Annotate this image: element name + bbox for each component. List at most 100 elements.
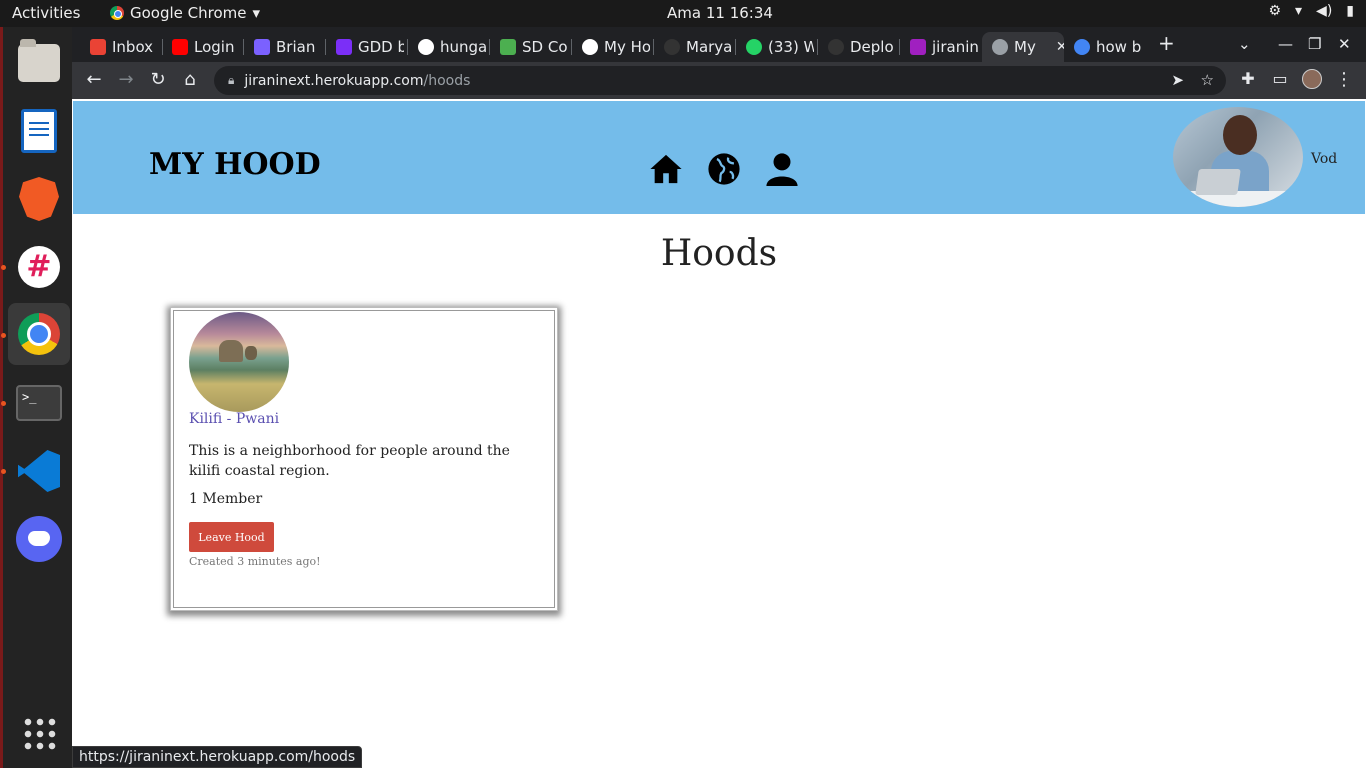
extensions-icon[interactable]: ✚ [1236, 69, 1260, 88]
running-indicator [1, 265, 6, 270]
app-grid-icon [22, 716, 56, 750]
chrome-icon [18, 313, 60, 355]
tab-label: how b [1096, 38, 1142, 56]
address-bar[interactable]: 🔒︎ jiraninext.herokuapp.com/hoods ➤ ☆ [214, 66, 1226, 95]
username[interactable]: Vod [1311, 151, 1337, 167]
reload-icon[interactable]: ↻ [146, 69, 170, 90]
tab-label: My Ho [604, 38, 650, 56]
tab-label: Deplo [850, 38, 894, 56]
tab-hunga[interactable]: hunga [408, 32, 486, 62]
tab-jiranin[interactable]: jiranin [900, 32, 980, 62]
tab-brian[interactable]: Brian [244, 32, 322, 62]
bookmark-star-icon[interactable]: ☆ [1201, 71, 1214, 89]
tab-strip: Inbox Login Brian GDD b hunga SD Co My H… [72, 27, 1366, 62]
dock-files[interactable] [13, 37, 65, 89]
hood-name-link[interactable]: Kilifi - Pwani [189, 411, 279, 427]
show-apps-button[interactable] [13, 707, 65, 759]
heroku-icon [910, 39, 926, 55]
minimize-button[interactable]: — [1278, 35, 1293, 53]
vscode-icon [18, 450, 60, 492]
slack-tray-icon[interactable]: ⚙ [1268, 3, 1281, 19]
cast-icon[interactable]: ▭ [1268, 69, 1292, 88]
forward-icon[interactable]: → [114, 69, 138, 90]
hood-description: This is a neighborhood for people around… [189, 443, 510, 479]
google-icon [1074, 39, 1090, 55]
close-window-button[interactable]: ✕ [1338, 35, 1351, 53]
tab-my-active[interactable]: My ✕ [982, 32, 1064, 62]
tab-myhood[interactable]: My Ho [572, 32, 650, 62]
tab-inbox[interactable]: Inbox [80, 32, 158, 62]
dock-slack[interactable] [13, 241, 65, 293]
youtube-icon [172, 39, 188, 55]
dock-brave[interactable] [13, 173, 65, 225]
tab-login[interactable]: Login [162, 32, 238, 62]
home-icon[interactable] [649, 152, 683, 186]
tab-search-button[interactable]: ⌄ [1238, 35, 1251, 53]
tab-label: jiranin [932, 38, 979, 56]
home-icon[interactable]: ⌂ [178, 69, 202, 90]
tab-label: Marya [686, 38, 732, 56]
tab-sd[interactable]: SD Co [490, 32, 568, 62]
tab-whatsapp[interactable]: (33) W [736, 32, 814, 62]
new-tab-button[interactable]: + [1158, 31, 1175, 55]
close-icon[interactable]: ✕ [1056, 39, 1064, 55]
web-page: MY HOOD Vod Hoods Kilifi - Pwani This is… [72, 99, 1366, 768]
hood-card-body: Kilifi - Pwani This is a neighborhood fo… [173, 310, 555, 608]
tab-gdd[interactable]: GDD b [326, 32, 404, 62]
tab-label: My [1014, 38, 1036, 56]
pulse-icon [254, 39, 270, 55]
tab-label: Inbox [112, 38, 154, 56]
tab-label: Brian [276, 38, 316, 56]
globe-icon [582, 39, 598, 55]
tab-deploy[interactable]: Deplo [818, 32, 896, 62]
menu-icon[interactable]: ⋮ [1332, 69, 1356, 90]
gmail-icon [90, 39, 106, 55]
globe-icon [992, 39, 1008, 55]
tab-how[interactable]: how b [1064, 32, 1144, 62]
tab-label: Login [194, 38, 235, 56]
globe-icon[interactable] [707, 152, 741, 186]
avatar[interactable] [1173, 107, 1303, 207]
clock[interactable]: Ama 11 16:34 [0, 4, 1366, 22]
site-brand[interactable]: MY HOOD [149, 147, 321, 182]
dock-vscode[interactable] [13, 445, 65, 497]
send-icon[interactable]: ➤ [1171, 71, 1184, 89]
dock-writer[interactable] [13, 105, 65, 157]
link-status-bar: https://jiraninext.herokuapp.com/hoods [72, 746, 363, 768]
maximize-button[interactable]: ❐ [1308, 35, 1321, 53]
wifi-icon[interactable]: ▾ [1295, 3, 1302, 19]
back-icon[interactable]: ← [82, 69, 106, 90]
brave-icon [19, 177, 59, 221]
system-tray[interactable]: ⚙ ▾ ◀) ▮ [1268, 3, 1354, 19]
dock-chrome[interactable] [8, 303, 70, 365]
url-path: /hoods [423, 72, 471, 89]
leave-hood-button[interactable]: Leave Hood [189, 522, 274, 552]
files-icon [18, 39, 60, 82]
running-indicator [1, 469, 6, 474]
tab-label: SD Co [522, 38, 568, 56]
globe-icon [418, 39, 434, 55]
dock-terminal[interactable]: >_ [13, 377, 65, 429]
terminal-icon: >_ [16, 385, 62, 421]
profile-avatar-icon[interactable] [1300, 69, 1324, 94]
system-top-bar: Activities Google Chrome ▾ Ama 11 16:34 … [0, 0, 1366, 27]
dock-discord[interactable] [13, 513, 65, 565]
palm-icon [500, 39, 516, 55]
discord-icon [16, 516, 62, 562]
hood-member-count: 1 Member [189, 491, 263, 507]
tab-label: (33) W [768, 38, 814, 56]
volume-icon[interactable]: ◀) [1316, 3, 1332, 19]
tab-label: hunga [440, 38, 486, 56]
github-icon [828, 39, 844, 55]
hood-card: Kilifi - Pwani This is a neighborhood fo… [170, 307, 558, 611]
browser-toolbar: ← → ↻ ⌂ 🔒︎ jiraninext.herokuapp.com/hood… [72, 62, 1366, 99]
tab-marya[interactable]: Marya [654, 32, 732, 62]
hood-image [189, 312, 289, 412]
tab-label: GDD b [358, 38, 404, 56]
battery-icon[interactable]: ▮ [1346, 3, 1354, 19]
libreoffice-writer-icon [21, 109, 57, 153]
running-indicator [1, 333, 6, 338]
hood-created-time: Created 3 minutes ago! [189, 555, 321, 568]
lock-icon[interactable]: 🔒︎ [228, 73, 234, 88]
user-icon[interactable] [765, 152, 799, 186]
